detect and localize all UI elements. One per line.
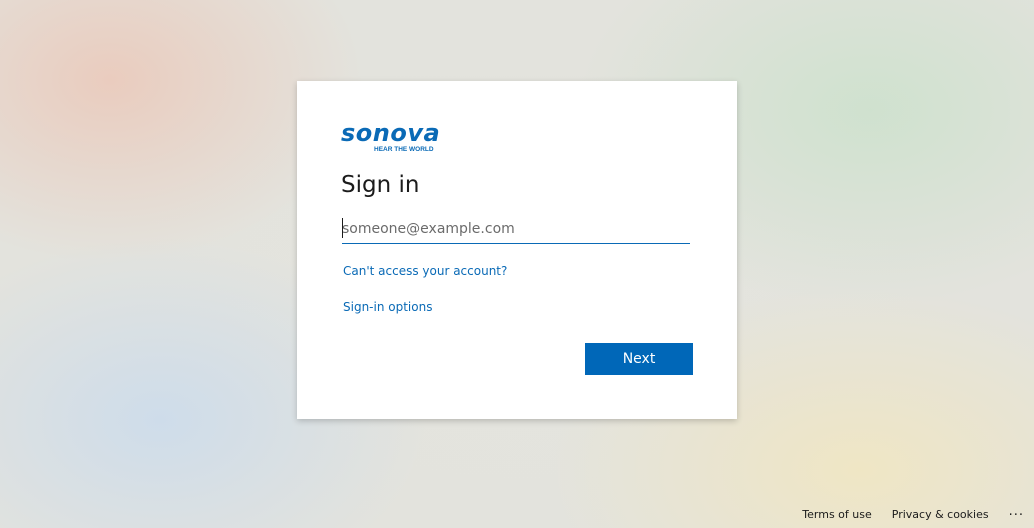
cant-access-account-link[interactable]: Can't access your account? xyxy=(343,263,507,279)
page-title: Sign in xyxy=(341,172,420,198)
privacy-cookies-link[interactable]: Privacy & cookies xyxy=(892,508,989,521)
next-button[interactable]: Next xyxy=(585,343,693,375)
email-field[interactable] xyxy=(342,214,690,244)
logo-tagline: HEAR THE WORLD xyxy=(374,146,434,153)
text-caret xyxy=(342,218,343,238)
more-options-icon[interactable]: ... xyxy=(1009,505,1024,518)
signin-options-link[interactable]: Sign-in options xyxy=(343,299,432,315)
sonova-logo: sonova HEAR THE WORLD xyxy=(341,119,451,155)
logo-wordmark: sonova xyxy=(341,119,441,147)
terms-of-use-link[interactable]: Terms of use xyxy=(802,508,871,521)
footer: Terms of use Privacy & cookies ... xyxy=(802,500,1034,528)
signin-card: sonova HEAR THE WORLD Sign in Can't acce… xyxy=(297,81,737,419)
